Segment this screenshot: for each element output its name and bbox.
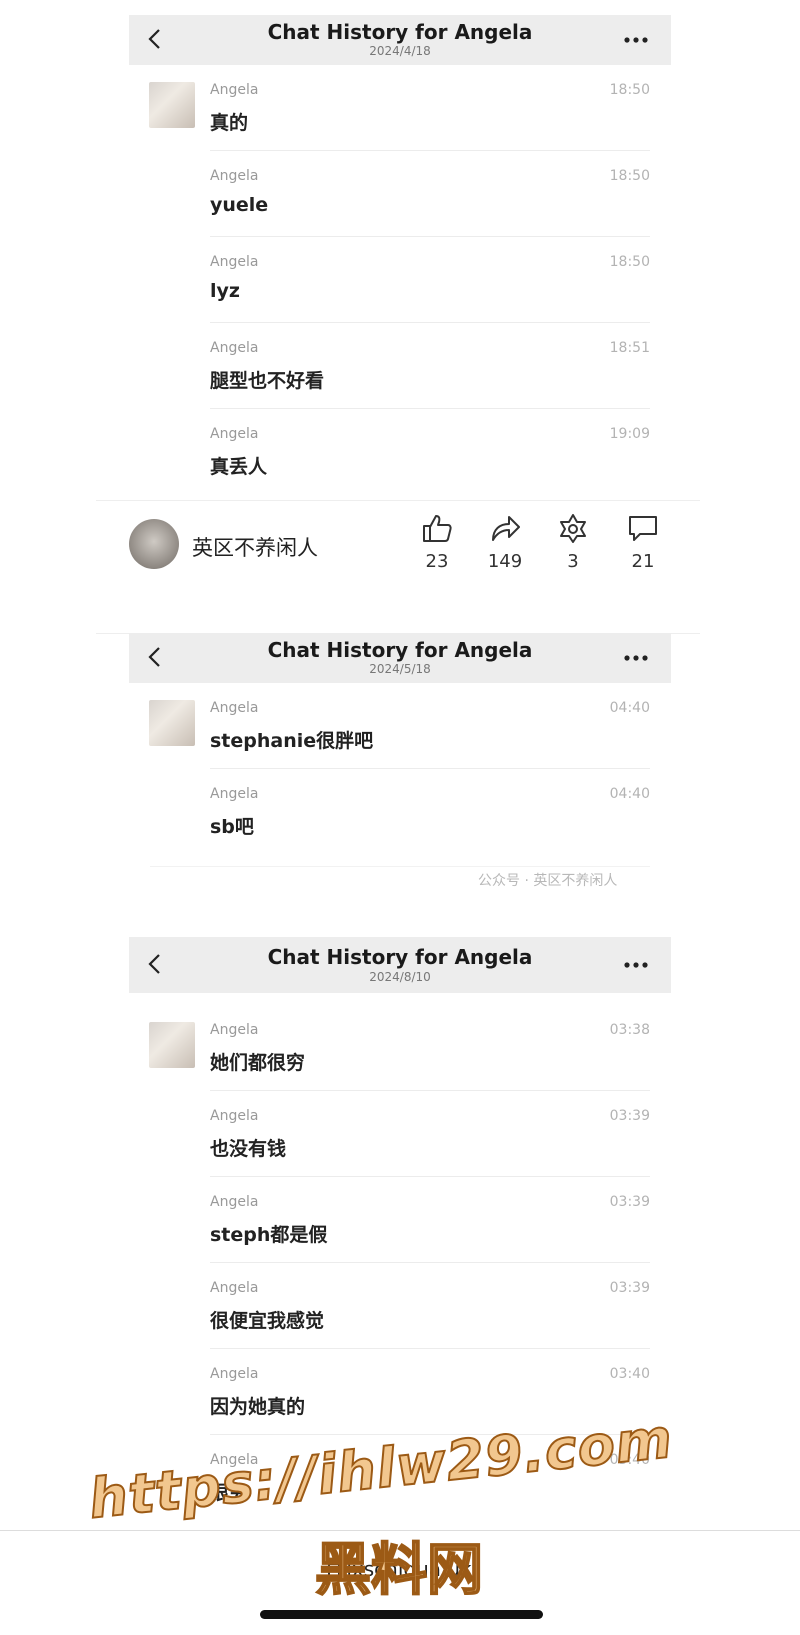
divider <box>210 768 650 769</box>
chat-header-3: Chat History for Angela 2024/8/10 <box>129 937 671 993</box>
message-item: Angela 04:40 stephanie很胖吧 <box>210 700 650 786</box>
divider <box>210 150 650 151</box>
divider <box>210 1090 650 1091</box>
chat-title: Chat History for Angela <box>267 945 533 969</box>
chat-title: Chat History for Angela <box>267 638 533 662</box>
chat-date: 2024/5/18 <box>369 662 431 676</box>
message-time: 04:40 <box>609 786 650 802</box>
share-count: 149 <box>487 551 523 572</box>
sender-name: Angela <box>210 168 259 184</box>
more-icon[interactable] <box>623 36 649 44</box>
divider <box>210 1348 650 1349</box>
message-item: Angela 18:50 lyz <box>210 254 650 340</box>
message-time: 03:38 <box>609 1022 650 1038</box>
divider <box>150 866 650 867</box>
sender-name: Angela <box>210 1366 259 1382</box>
message-time: 03:40 <box>609 1366 650 1382</box>
avatar[interactable] <box>149 700 195 746</box>
sender-name: Angela <box>210 1022 259 1038</box>
message-item: Angela 04:40 sb吧 <box>210 786 650 872</box>
message-text: stephanie很胖吧 <box>210 730 374 752</box>
sender-name: Angela <box>210 82 259 98</box>
message-text: yuele <box>210 194 269 216</box>
message-time: 18:51 <box>609 340 650 356</box>
chat-date: 2024/8/10 <box>369 970 431 984</box>
like-count: 23 <box>425 551 449 572</box>
message-time: 18:50 <box>609 168 650 184</box>
message-text: 很便宜我感觉 <box>210 1310 325 1332</box>
chat-title: Chat History for Angela <box>267 20 533 44</box>
sender-name: Angela <box>210 340 259 356</box>
sender-name: Angela <box>210 700 259 716</box>
message-text: 真的 <box>210 112 249 134</box>
divider <box>210 322 650 323</box>
message-item: Angela 18:50 yuele <box>210 168 650 254</box>
comment-button[interactable]: 21 <box>608 513 678 572</box>
message-item: Angela 03:38 她们都很穷 <box>210 1022 650 1108</box>
chat-header-2: Chat History for Angela 2024/5/18 <box>129 633 671 683</box>
account-watermark: 公众号 · 英区不养闲人 <box>478 873 618 889</box>
post-action-bar: 英区不养闲人 23 149 3 21 <box>0 497 800 589</box>
message-item: Angela 03:39 也没有钱 <box>210 1108 650 1194</box>
chat-header-1: Chat History for Angela 2024/4/18 <box>129 15 671 65</box>
divider <box>210 236 650 237</box>
share-icon <box>492 516 520 541</box>
message-text: 她们都很穷 <box>210 1052 306 1074</box>
home-indicator[interactable] <box>260 1610 543 1619</box>
message-item: Angela 18:51 腿型也不好看 <box>210 340 650 426</box>
thumbs-up-icon <box>423 515 452 542</box>
sender-name: Angela <box>210 1280 259 1296</box>
message-text: 也没有钱 <box>210 1138 287 1160</box>
poster-name[interactable]: 英区不养闲人 <box>192 532 318 562</box>
message-time: 03:39 <box>609 1194 650 1210</box>
comment-count: 21 <box>631 551 655 572</box>
sender-name: Angela <box>210 1108 259 1124</box>
divider <box>210 1176 650 1177</box>
avatar[interactable] <box>149 82 195 128</box>
watermark-label: 黑料网 <box>314 1537 484 1604</box>
message-text: 腿型也不好看 <box>210 370 325 392</box>
more-icon[interactable] <box>623 654 649 662</box>
message-time: 03:39 <box>609 1280 650 1296</box>
sender-name: Angela <box>210 786 259 802</box>
sender-name: Angela <box>210 254 259 270</box>
favorite-count: 3 <box>567 551 579 572</box>
message-time: 18:50 <box>609 82 650 98</box>
share-button[interactable]: 149 <box>470 513 540 572</box>
divider <box>210 408 650 409</box>
more-icon[interactable] <box>623 961 649 969</box>
message-text: sb吧 <box>210 816 254 838</box>
message-time: 19:09 <box>609 426 650 442</box>
message-item: Angela 03:39 steph都是假 <box>210 1194 650 1280</box>
message-text: 真丢人 <box>210 456 268 478</box>
message-text: steph都是假 <box>210 1224 328 1246</box>
message-time: 03:39 <box>609 1108 650 1124</box>
divider <box>210 1262 650 1263</box>
message-text: lyz <box>210 280 240 302</box>
favorite-button[interactable]: 3 <box>538 513 608 572</box>
message-item: Angela 03:39 很便宜我感觉 <box>210 1280 650 1366</box>
like-button[interactable]: 23 <box>402 513 472 572</box>
poster-avatar[interactable] <box>129 519 179 569</box>
message-item: Angela 18:50 真的 <box>210 82 650 168</box>
avatar[interactable] <box>149 1022 195 1068</box>
sender-name: Angela <box>210 1194 259 1210</box>
message-time: 04:40 <box>609 700 650 716</box>
comment-icon <box>629 516 657 541</box>
message-time: 18:50 <box>609 254 650 270</box>
chat-date: 2024/4/18 <box>369 44 431 58</box>
message-text: 因为她真的 <box>210 1396 306 1418</box>
star-icon <box>560 514 586 543</box>
sender-name: Angela <box>210 426 259 442</box>
